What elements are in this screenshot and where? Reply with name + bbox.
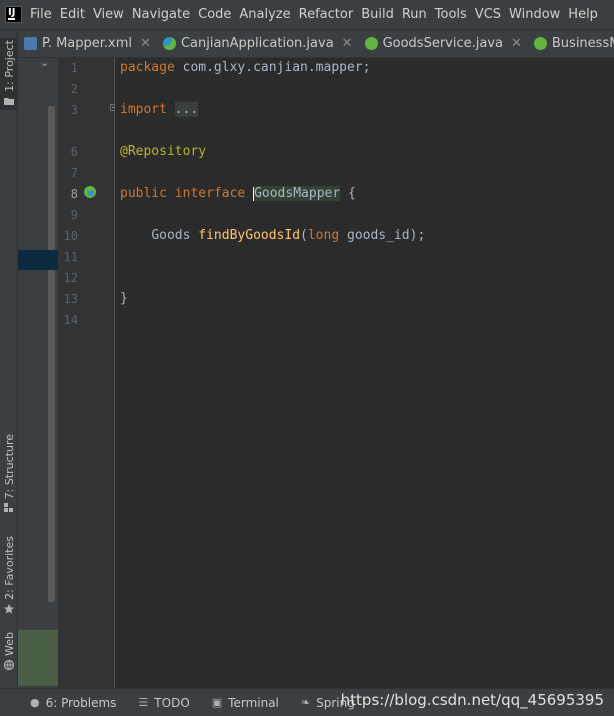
editor-gutter: 1 2 3 6 7 8 9 10 11 12 13 14: [58, 58, 117, 688]
line-number: 6: [70, 145, 78, 159]
tab-label: CanjianApplication.java: [180, 36, 334, 51]
problems-button[interactable]: ● 6: Problems: [30, 696, 116, 710]
line-number: 3: [70, 103, 78, 117]
spring-leaf-icon: ❧: [300, 696, 311, 709]
favorites-tool-label: 2: Favorites: [2, 536, 16, 600]
web-tool-label: Web: [2, 632, 16, 656]
menu-help[interactable]: Help: [568, 7, 598, 22]
structure-tool-label: 7: Structure: [2, 434, 16, 500]
editor-tab-bar: P. Mapper.xml ✕ CanjianApplication.java …: [18, 30, 614, 58]
line-number: 12: [63, 271, 78, 285]
code-line-10: Goods findByGoodsId(long goods_id);: [151, 228, 426, 243]
interface-icon: [364, 37, 378, 50]
tab-label: GoodsService.java: [382, 36, 503, 51]
tool-window-structure[interactable]: 7: Structure: [0, 434, 18, 513]
project-scrollbar[interactable]: [48, 106, 55, 602]
left-tool-strip: 1: Project 7: Structure 2: Favorites Web: [0, 30, 18, 688]
line-number: 7: [70, 166, 78, 180]
chevron-down-icon[interactable]: ⌄: [40, 56, 49, 69]
tab-canjian-application[interactable]: CanjianApplication.java ✕: [157, 30, 359, 57]
project-selected-row[interactable]: [18, 250, 58, 270]
code-editor[interactable]: package com.glxy.canjian.mapper; import …: [115, 58, 614, 688]
menu-bar: IJ File Edit View Navigate Code Analyze …: [0, 0, 614, 30]
line-number: 10: [63, 229, 78, 243]
interface-icon: [533, 37, 547, 50]
star-icon: [4, 603, 14, 614]
line-number: 1: [70, 61, 78, 75]
watermark-text: https://blog.csdn.net/qq_45695395: [340, 691, 604, 709]
menu-view[interactable]: View: [93, 7, 124, 22]
menu-refactor[interactable]: Refactor: [299, 7, 354, 22]
line-number: 14: [63, 313, 78, 327]
code-line-8: public interface GoodsMapper {: [120, 186, 356, 201]
tool-window-favorites[interactable]: 2: Favorites: [0, 536, 18, 614]
menu-run[interactable]: Run: [402, 7, 427, 22]
menu-vcs[interactable]: VCS: [475, 7, 501, 22]
tool-window-web[interactable]: Web: [0, 632, 18, 670]
folded-imports[interactable]: ...: [174, 102, 199, 117]
intellij-logo-icon: IJ: [5, 6, 22, 23]
menu-navigate[interactable]: Navigate: [132, 7, 190, 22]
menu-file[interactable]: File: [30, 7, 52, 22]
spring-class-icon: [162, 37, 176, 50]
tab-mapper-xml[interactable]: P. Mapper.xml ✕: [18, 30, 157, 57]
close-icon[interactable]: ✕: [342, 36, 353, 51]
line-number: 11: [63, 250, 78, 264]
folder-icon: [4, 97, 14, 105]
tab-business-mapper[interactable]: BusinessMapper: [528, 30, 614, 57]
menu-edit[interactable]: Edit: [60, 7, 85, 22]
menu-build[interactable]: Build: [361, 7, 394, 22]
list-icon: ☰: [138, 696, 149, 709]
code-line-3: import ...: [120, 102, 199, 117]
line-number: 2: [70, 82, 78, 96]
todo-button[interactable]: ☰ TODO: [138, 696, 189, 710]
menu-code[interactable]: Code: [198, 7, 231, 22]
project-panel: ⌄: [18, 56, 58, 688]
project-highlight-region: [18, 630, 58, 686]
interface-name: GoodsMapper: [254, 186, 341, 201]
problems-icon: ●: [30, 696, 40, 709]
tab-goods-service[interactable]: GoodsService.java ✕: [359, 30, 528, 57]
menu-tools[interactable]: Tools: [435, 7, 467, 22]
code-line-1: package com.glxy.canjian.mapper;: [120, 60, 371, 75]
code-line-6: @Repository: [120, 144, 207, 159]
terminal-icon: ▣: [211, 696, 223, 709]
line-number: 8: [70, 187, 78, 201]
close-icon[interactable]: ✕: [140, 36, 151, 51]
menu-analyze[interactable]: Analyze: [239, 7, 290, 22]
implemented-by-icon[interactable]: [84, 186, 96, 198]
bottom-tool-bar: ● 6: Problems ☰ TODO ▣ Terminal ❧ Spring…: [0, 688, 614, 716]
terminal-button[interactable]: ▣ Terminal: [212, 696, 279, 710]
line-number: 13: [63, 292, 78, 306]
project-tool-label: 1: Project: [2, 40, 16, 92]
line-number: 9: [70, 208, 78, 222]
globe-icon: [4, 659, 14, 670]
menu-window[interactable]: Window: [509, 7, 560, 22]
tab-label: BusinessMapper: [551, 36, 614, 51]
code-line-13: }: [120, 291, 128, 306]
close-icon[interactable]: ✕: [511, 36, 522, 51]
structure-icon: [4, 503, 13, 513]
tab-label: P. Mapper.xml: [42, 36, 133, 51]
tool-window-project[interactable]: 1: Project: [0, 38, 18, 110]
xml-file-icon: [24, 37, 37, 50]
